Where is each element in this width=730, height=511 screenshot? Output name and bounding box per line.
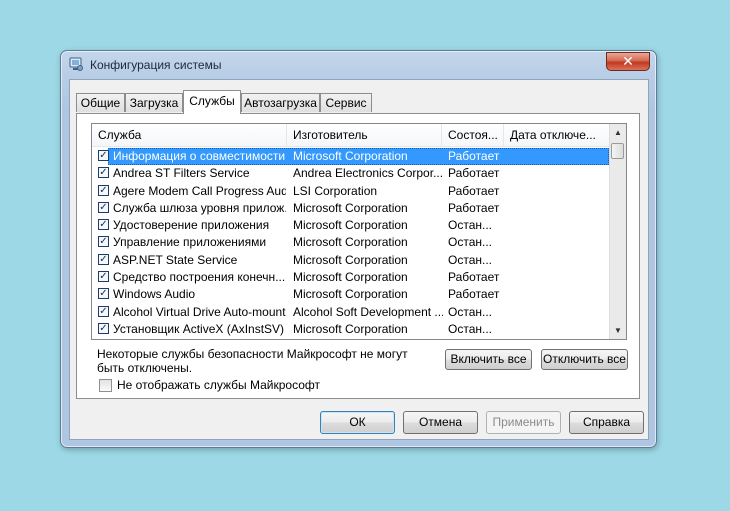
service-manufacturer: Microsoft Corporation (293, 235, 408, 250)
scroll-up-icon[interactable]: ▲ (610, 124, 626, 141)
service-name: Alcohol Virtual Drive Auto-mount... (113, 304, 286, 319)
disable-all-button[interactable]: Отключить все (541, 349, 628, 370)
column-header-status[interactable]: Состоя... (442, 124, 504, 147)
column-header-date-disabled[interactable]: Дата отключе... (504, 124, 610, 147)
service-enabled-checkbox[interactable]: ✓ (98, 305, 109, 317)
vertical-scrollbar[interactable]: ▲ ▼ (609, 124, 626, 339)
service-name: Служба шлюза уровня прилож... (113, 200, 286, 215)
service-manufacturer: Microsoft Corporation (293, 200, 408, 215)
service-enabled-checkbox[interactable]: ✓ (98, 184, 109, 196)
list-header: Служба Изготовитель Состоя... Дата отклю… (92, 124, 610, 147)
service-enabled-checkbox[interactable]: ✓ (98, 167, 109, 179)
service-enabled-checkbox[interactable]: ✓ (98, 322, 109, 334)
table-row[interactable]: ✓ Andrea ST Filters Service Andrea Electro… (92, 165, 610, 182)
service-manufacturer: Microsoft Corporation (293, 252, 408, 267)
table-row[interactable]: ✓ Информация о совместимости ... Microsoft… (92, 148, 610, 165)
table-row[interactable]: ✓ Установщик ActiveX (AxInstSV) Microsoft … (92, 321, 610, 338)
scroll-thumb[interactable] (611, 143, 624, 159)
service-name: Управление приложениями (113, 235, 267, 250)
service-name: ASP.NET State Service (113, 252, 238, 267)
close-icon: ✕ (622, 53, 634, 69)
window-title: Конфигурация системы (90, 58, 222, 72)
services-rows: ✓ Информация о совместимости ... Microsoft… (92, 148, 610, 338)
service-status: Работает (448, 200, 500, 215)
service-status: Остан... (448, 235, 492, 250)
ok-button[interactable]: ОК (320, 411, 395, 434)
table-row[interactable]: ✓ Служба шлюза уровня прилож... Microsoft … (92, 200, 610, 217)
service-status: Работает (448, 270, 500, 285)
table-row[interactable]: ✓ Alcohol Virtual Drive Auto-mount... Alco… (92, 304, 610, 321)
system-configuration-window: Конфигурация системы ✕ Общие Загрузка Сл… (60, 50, 657, 448)
service-status: Остан... (448, 218, 492, 233)
services-list[interactable]: Служба Изготовитель Состоя... Дата отклю… (91, 123, 627, 340)
service-manufacturer: Andrea Electronics Corpor... (293, 166, 443, 181)
service-status: Остан... (448, 304, 492, 319)
table-row[interactable]: ✓ Windows Audio Microsoft Corporation Работ… (92, 286, 610, 303)
hide-microsoft-services-label[interactable]: Не отображать службы Майкрософт (117, 378, 320, 393)
service-enabled-checkbox[interactable]: ✓ (98, 236, 109, 248)
apply-button[interactable]: Применить (486, 411, 561, 434)
tab-startup[interactable]: Автозагрузка (241, 93, 320, 112)
service-name: Установщик ActiveX (AxInstSV) (113, 321, 285, 336)
service-enabled-checkbox[interactable]: ✓ (98, 150, 109, 161)
column-header-service[interactable]: Служба (92, 124, 287, 147)
service-name: Windows Audio (113, 287, 196, 302)
service-enabled-checkbox[interactable]: ✓ (98, 253, 109, 265)
service-name: Agere Modem Call Progress Audio (113, 183, 286, 198)
table-row[interactable]: ✓ Средство построения конечн... Microsoft … (92, 269, 610, 286)
service-enabled-checkbox[interactable]: ✓ (98, 288, 109, 300)
service-name: Andrea ST Filters Service (113, 166, 250, 181)
close-button[interactable]: ✕ (606, 52, 650, 71)
service-name: Информация о совместимости ... (113, 149, 286, 163)
service-manufacturer: Microsoft Corporation (293, 218, 408, 233)
service-status: Работает (448, 183, 500, 198)
service-status: Работает (448, 166, 500, 181)
service-status: Остан... (448, 252, 492, 267)
table-row[interactable]: ✓ ASP.NET State Service Microsoft Corporat… (92, 252, 610, 269)
services-tab-panel: Служба Изготовитель Состоя... Дата отклю… (76, 113, 640, 399)
service-manufacturer: Microsoft Corporation (293, 287, 408, 302)
service-name: Удостоверение приложения (113, 218, 270, 233)
tab-boot[interactable]: Загрузка (125, 93, 183, 112)
dialog-client-area: Общие Загрузка Службы Автозагрузка Серви… (69, 79, 649, 440)
enable-all-button[interactable]: Включить все (445, 349, 532, 370)
table-row[interactable]: ✓ Управление приложениями Microsoft Corpor… (92, 234, 610, 251)
service-manufacturer: Microsoft Corporation (293, 321, 408, 336)
table-row[interactable]: ✓ Agere Modem Call Progress Audio LSI Corp… (92, 183, 610, 200)
title-bar[interactable]: Конфигурация системы ✕ (61, 51, 656, 78)
service-status: Остан... (448, 321, 492, 336)
service-name: Средство построения конечн... (113, 270, 286, 285)
table-row[interactable]: ✓ Удостоверение приложения Microsoft Corpo… (92, 217, 610, 234)
msconfig-icon (69, 57, 83, 71)
service-manufacturer: Microsoft Corporation (293, 149, 408, 163)
tab-general[interactable]: Общие (76, 93, 125, 112)
scroll-down-icon[interactable]: ▼ (610, 322, 626, 339)
service-status: Работает (448, 287, 500, 302)
tab-services[interactable]: Службы (183, 90, 241, 114)
service-status: Работает (448, 149, 500, 163)
cancel-button[interactable]: Отмена (403, 411, 478, 434)
service-manufacturer: Alcohol Soft Development ... (293, 304, 443, 319)
service-enabled-checkbox[interactable]: ✓ (98, 201, 109, 213)
column-header-manufacturer[interactable]: Изготовитель (287, 124, 442, 147)
hide-microsoft-services-checkbox[interactable] (99, 379, 112, 392)
tab-tools[interactable]: Сервис (320, 93, 372, 112)
help-button[interactable]: Справка (569, 411, 644, 434)
service-enabled-checkbox[interactable]: ✓ (98, 219, 109, 231)
service-manufacturer: LSI Corporation (293, 183, 378, 198)
service-manufacturer: Microsoft Corporation (293, 270, 408, 285)
security-note: Некоторые службы безопасности Майкрософт… (97, 347, 408, 375)
service-enabled-checkbox[interactable]: ✓ (98, 271, 109, 283)
